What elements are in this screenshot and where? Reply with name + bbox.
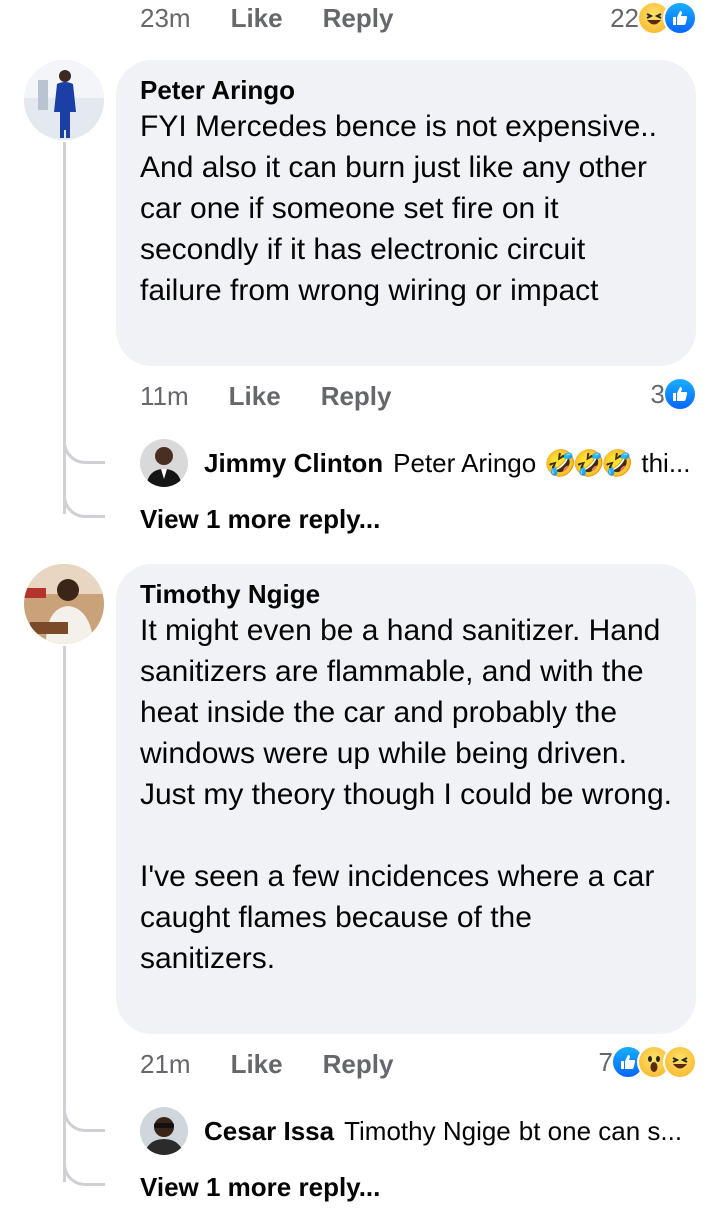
comment-author[interactable]: Timothy Ngige bbox=[140, 578, 672, 610]
avatar bbox=[140, 439, 188, 487]
reply-button[interactable]: Reply bbox=[321, 381, 392, 412]
reply-preview[interactable]: Jimmy Clinton Peter Aringo 🤣🤣🤣 thi... bbox=[140, 438, 691, 488]
comment-bubble: Timothy Ngige It might even be a hand sa… bbox=[116, 564, 696, 1034]
avatar[interactable] bbox=[24, 564, 104, 644]
thread-line bbox=[63, 142, 66, 514]
comment-timestamp: 11m bbox=[140, 380, 189, 411]
like-button[interactable]: Like bbox=[231, 1049, 283, 1080]
haha-icon bbox=[663, 1045, 697, 1079]
reply-button[interactable]: Reply bbox=[323, 3, 394, 34]
comment-timestamp: 21m bbox=[140, 1048, 191, 1079]
reaction-count: 22 bbox=[610, 2, 639, 33]
view-more-replies-link[interactable]: View 1 more reply... bbox=[140, 1172, 380, 1203]
thread-connector bbox=[63, 1158, 105, 1186]
reply-text: bt one can s... bbox=[518, 1115, 683, 1146]
comment-author[interactable]: Peter Aringo bbox=[140, 74, 672, 106]
like-icon bbox=[663, 1, 697, 35]
reaction-summary[interactable]: 7 bbox=[599, 1044, 697, 1080]
reply-preview[interactable]: Cesar Issa Timothy Ngige bt one can s... bbox=[140, 1106, 682, 1156]
reply-author[interactable]: Jimmy Clinton bbox=[204, 448, 383, 479]
thread-connector bbox=[63, 490, 105, 518]
reply-text: thi... bbox=[641, 447, 691, 478]
avatar[interactable] bbox=[24, 60, 104, 140]
reply-author[interactable]: Cesar Issa bbox=[204, 1116, 334, 1147]
reply-button[interactable]: Reply bbox=[323, 1049, 394, 1080]
reply-mention[interactable]: Peter Aringo bbox=[393, 448, 536, 479]
like-button[interactable]: Like bbox=[231, 3, 283, 34]
avatar bbox=[140, 1107, 188, 1155]
reaction-summary[interactable]: 22 bbox=[610, 0, 697, 36]
comment-text: It might even be a hand sanitizer. Hand … bbox=[140, 614, 672, 975]
rofl-emoji: 🤣🤣🤣 bbox=[544, 447, 633, 478]
thread-connector bbox=[63, 436, 105, 464]
comment-bubble: Peter Aringo FYI Mercedes bence is not e… bbox=[116, 60, 696, 366]
view-more-replies-link[interactable]: View 1 more reply... bbox=[140, 504, 380, 535]
comment-meta-row: 23m Like Reply bbox=[140, 0, 393, 36]
thread-connector bbox=[63, 1104, 105, 1132]
comment-text: FYI Mercedes bence is not expensive.. An… bbox=[140, 110, 664, 307]
comment-meta-row: 21m Like Reply bbox=[140, 1046, 393, 1082]
comment-timestamp: 23m bbox=[140, 2, 191, 33]
like-icon bbox=[663, 377, 697, 411]
comment-meta-row: 11m Like Reply bbox=[140, 378, 392, 414]
like-button[interactable]: Like bbox=[229, 381, 281, 412]
thread-line bbox=[63, 646, 66, 1182]
reaction-summary[interactable]: 3 bbox=[651, 376, 697, 412]
reply-mention[interactable]: Timothy Ngige bbox=[344, 1116, 511, 1147]
